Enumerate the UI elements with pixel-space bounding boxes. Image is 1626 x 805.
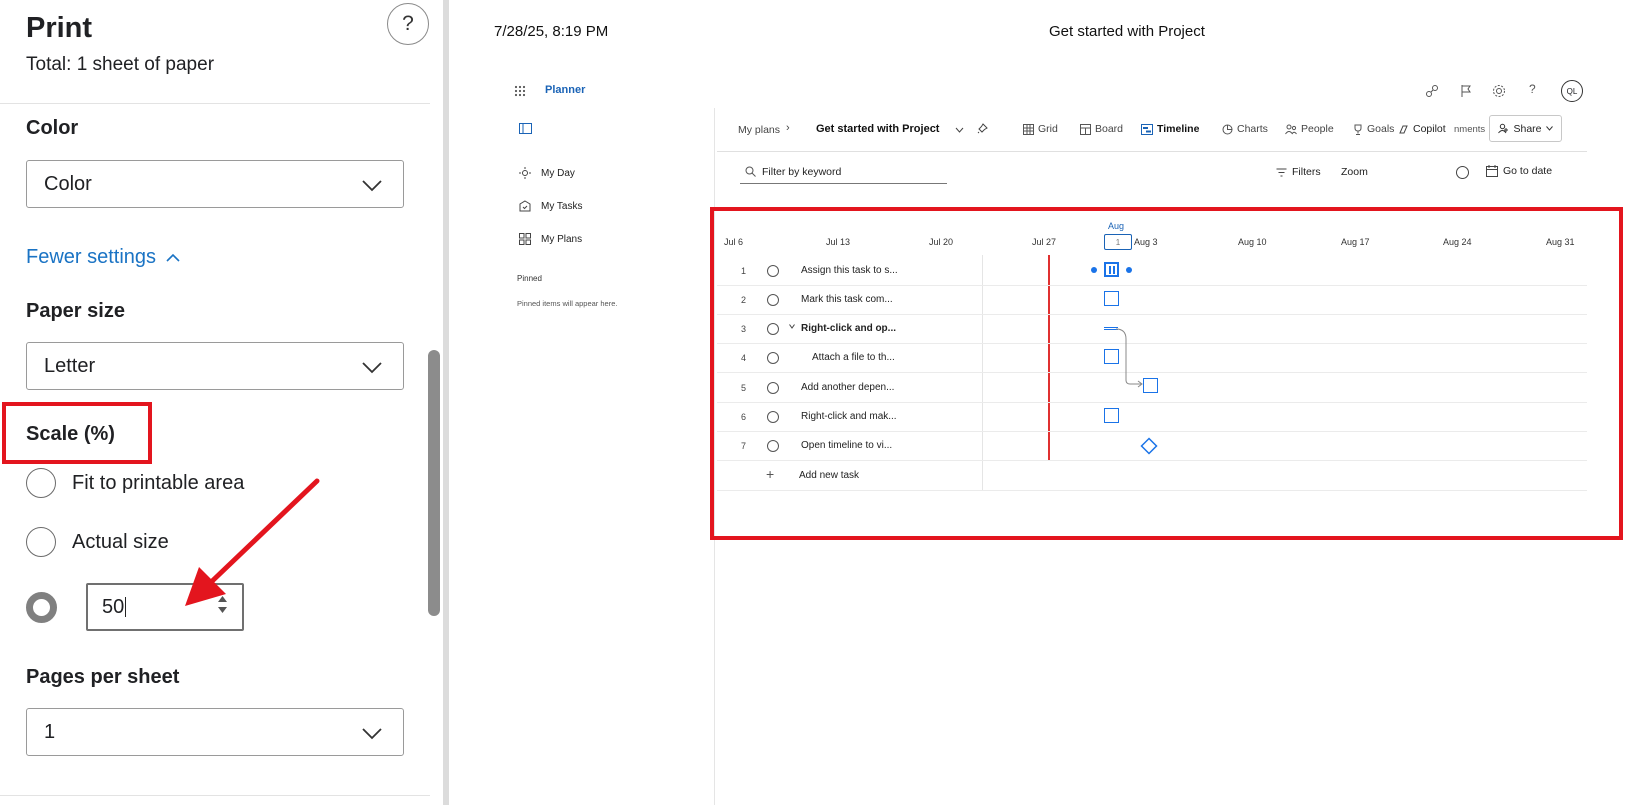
divider: [0, 795, 434, 796]
people-icon: [1285, 124, 1297, 134]
tab-goals[interactable]: Goals: [1353, 123, 1394, 135]
help-button[interactable]: ?: [387, 3, 429, 45]
filter-icon: [1276, 168, 1287, 176]
tab-charts-label: Charts: [1237, 123, 1268, 135]
paper-size-select[interactable]: Letter: [26, 342, 404, 390]
tab-charts[interactable]: Charts: [1222, 123, 1268, 135]
breadcrumb-root[interactable]: My plans: [738, 124, 780, 136]
avatar[interactable]: QL: [1561, 80, 1583, 102]
share-icon: [1498, 123, 1509, 134]
toolbar-divider: [717, 151, 1587, 152]
tab-board[interactable]: Board: [1080, 123, 1123, 135]
help-icon[interactable]: ?: [1529, 82, 1536, 96]
sheet-total: Total: 1 sheet of paper: [26, 54, 215, 75]
board-icon: [1080, 123, 1091, 135]
grid-icon: [1023, 123, 1034, 135]
tasks-icon: [519, 200, 531, 212]
nav-my-plans-label: My Plans: [541, 233, 583, 245]
nav-my-day-label: My Day: [541, 167, 575, 179]
filters-label: Filters: [1292, 166, 1321, 178]
pages-per-sheet-select[interactable]: 1: [26, 708, 404, 756]
tab-timeline[interactable]: Timeline: [1141, 123, 1199, 135]
settings-icon[interactable]: [1492, 84, 1506, 98]
custom-scale-radio[interactable]: [26, 592, 57, 623]
zoom-button[interactable]: Zoom: [1341, 166, 1368, 178]
actual-size-option[interactable]: Actual size: [26, 527, 169, 557]
share-button[interactable]: Share: [1489, 115, 1562, 142]
chevron-down-icon: [362, 728, 382, 740]
chevron-up-icon: [166, 253, 180, 262]
search-icon: [745, 166, 756, 177]
copilot-icon: [1399, 125, 1408, 133]
comments-button[interactable]: nments: [1454, 124, 1485, 135]
app-name: Planner: [545, 84, 586, 96]
tab-grid-label: Grid: [1038, 123, 1058, 135]
tab-board-label: Board: [1095, 123, 1124, 135]
pin-icon[interactable]: [977, 123, 988, 134]
page-header-date: 7/28/25, 8:19 PM: [494, 23, 609, 40]
sun-icon: [519, 167, 531, 179]
fit-radio[interactable]: [26, 468, 56, 498]
fewer-settings-label: Fewer settings: [26, 246, 157, 268]
goals-icon: [1354, 124, 1362, 135]
collapse-nav-icon[interactable]: [519, 123, 532, 134]
print-title: Print: [26, 12, 93, 44]
chevron-down-icon: [362, 180, 382, 192]
copilot-button[interactable]: Copilot: [1398, 123, 1446, 135]
help-icon: ?: [402, 12, 414, 35]
zoom-indicator[interactable]: [1456, 166, 1469, 179]
color-label: Color: [26, 117, 79, 139]
paper-size-value: Letter: [44, 354, 96, 377]
chevron-down-icon: [1545, 126, 1553, 131]
chevron-down-icon[interactable]: [955, 127, 964, 133]
connect-icon[interactable]: [1425, 84, 1439, 98]
pinned-heading: Pinned: [517, 274, 542, 283]
plan-title[interactable]: Get started with Project: [816, 123, 939, 135]
charts-icon: [1222, 124, 1233, 134]
tab-timeline-label: Timeline: [1157, 123, 1200, 135]
paper-size-label: Paper size: [26, 300, 125, 322]
scale-input-value: 50: [102, 595, 125, 618]
divider: [0, 103, 434, 104]
filter-input[interactable]: Filter by keyword: [762, 166, 841, 178]
tab-people[interactable]: People: [1285, 123, 1334, 135]
copilot-label: Copilot: [1413, 123, 1446, 135]
nav-my-tasks[interactable]: My Tasks: [519, 200, 583, 212]
filter-underline: [740, 183, 947, 184]
fewer-settings-link[interactable]: Fewer settings: [26, 246, 180, 269]
actual-size-label: Actual size: [72, 530, 169, 553]
share-label: Share: [1513, 122, 1542, 135]
chevron-down-icon: [362, 362, 382, 374]
nav-my-plans[interactable]: My Plans: [519, 233, 582, 245]
calendar-icon: [1486, 165, 1498, 177]
preview-highlight-box: [710, 207, 1623, 540]
flag-icon[interactable]: [1459, 84, 1473, 98]
plans-icon: [519, 233, 531, 245]
go-to-date-label: Go to date: [1503, 165, 1553, 177]
tab-grid[interactable]: Grid: [1023, 123, 1058, 135]
timeline-icon: [1141, 123, 1153, 135]
pinned-empty-text: Pinned items will appear here.: [517, 299, 618, 308]
text-caret: [125, 597, 127, 617]
tab-goals-label: Goals: [1367, 123, 1395, 135]
color-select[interactable]: Color: [26, 160, 404, 208]
page-header-title: Get started with Project: [1049, 23, 1205, 40]
actual-size-radio[interactable]: [26, 527, 56, 557]
tab-people-label: People: [1301, 123, 1334, 135]
nav-my-tasks-label: My Tasks: [541, 200, 583, 212]
go-to-date-button[interactable]: Go to date: [1486, 165, 1552, 177]
scrollbar-thumb[interactable]: [428, 350, 440, 616]
pages-per-sheet-label: Pages per sheet: [26, 666, 180, 688]
color-select-value: Color: [44, 172, 92, 195]
scale-highlight-box: [2, 402, 152, 464]
arrow-annotation: [185, 478, 320, 606]
pages-per-sheet-value: 1: [44, 720, 56, 743]
chevron-right-icon: ›: [786, 122, 790, 134]
app-launcher-icon[interactable]: [514, 85, 526, 97]
nav-my-day[interactable]: My Day: [519, 167, 575, 179]
filters-button[interactable]: Filters: [1276, 166, 1321, 178]
